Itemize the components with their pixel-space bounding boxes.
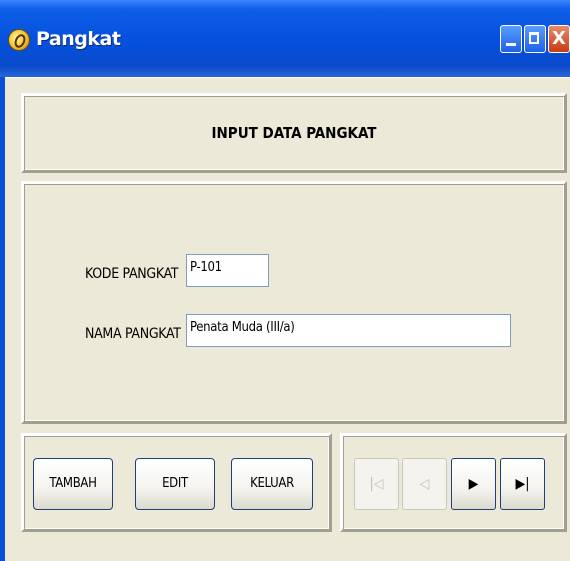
maximize-button[interactable] [524, 25, 546, 53]
client-area: INPUT DATA PANGKAT KODE PANGKAT P-101 NA… [5, 77, 570, 561]
tambah-button[interactable]: TAMBAH [33, 458, 113, 510]
record-navigator: |◁ ◁ ▶ ▶| [340, 433, 567, 532]
close-button[interactable]: X [548, 25, 570, 53]
maximize-icon [529, 32, 539, 44]
nama-pangkat-label: NAMA PANGKAT [85, 326, 181, 342]
app-icon [8, 29, 30, 51]
page-title: INPUT DATA PANGKAT [211, 124, 377, 142]
header-panel: INPUT DATA PANGKAT [21, 93, 567, 173]
last-record-icon: ▶| [515, 476, 530, 492]
keluar-button[interactable]: KELUAR [231, 458, 313, 510]
minimize-button[interactable] [500, 25, 522, 53]
next-record-button[interactable]: ▶ [451, 458, 496, 510]
nama-pangkat-input[interactable]: Penata Muda (III/a) [186, 314, 511, 347]
last-record-button[interactable]: ▶| [500, 458, 545, 510]
edit-button[interactable]: EDIT [135, 458, 215, 510]
kode-pangkat-input[interactable]: P-101 [186, 254, 269, 287]
minimize-icon [506, 43, 516, 46]
app-window: Pangkat X INPUT DATA PANGKAT KODE PANGKA… [0, 0, 570, 561]
first-record-button[interactable]: |◁ [354, 458, 399, 510]
first-record-icon: |◁ [369, 476, 384, 492]
previous-record-icon: ◁ [419, 476, 430, 492]
close-icon: X [552, 28, 566, 49]
form-panel: KODE PANGKAT P-101 NAMA PANGKAT Penata M… [21, 181, 567, 424]
window-title: Pangkat [36, 28, 121, 50]
previous-record-button[interactable]: ◁ [402, 458, 447, 510]
next-record-icon: ▶ [468, 476, 479, 492]
action-button-panel: TAMBAH EDIT KELUAR [21, 433, 332, 532]
title-bar[interactable]: Pangkat X [0, 0, 570, 77]
kode-pangkat-label: KODE PANGKAT [85, 266, 179, 282]
